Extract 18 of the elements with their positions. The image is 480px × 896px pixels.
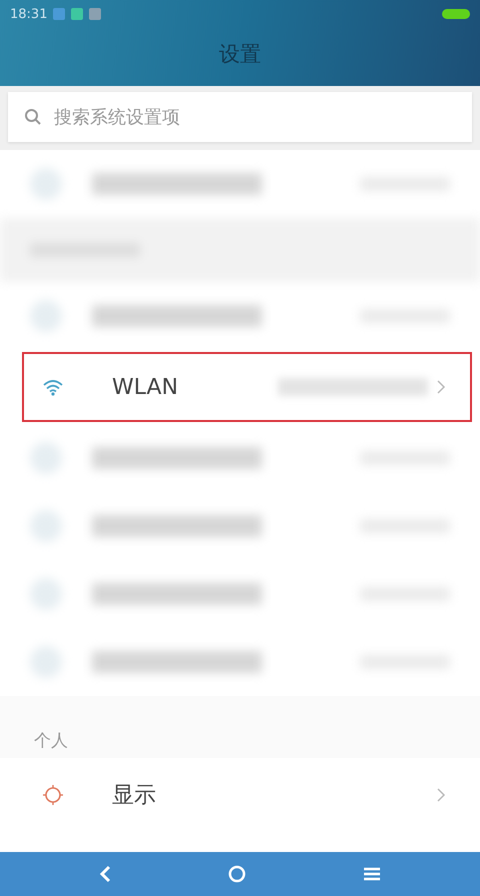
home-icon[interactable] <box>226 864 247 884</box>
notification-icon <box>71 8 84 20</box>
notification-icon <box>89 8 102 20</box>
section-header: 个人 <box>34 730 68 752</box>
battery-icon <box>442 9 470 19</box>
settings-item[interactable]: WLAN <box>22 352 472 422</box>
search-field[interactable]: 搜索系统设置项 <box>8 92 472 142</box>
search-icon <box>24 108 42 126</box>
back-icon[interactable] <box>98 864 112 884</box>
settings-item[interactable]: 显示 <box>22 760 472 830</box>
chevron-icon <box>436 787 446 803</box>
status-time: 18:31 <box>10 6 48 22</box>
sun-icon <box>42 784 64 806</box>
page-title: 设置 <box>218 41 262 68</box>
notification-icon <box>53 8 66 20</box>
wifi-icon <box>42 378 64 396</box>
chevron-icon <box>436 379 446 395</box>
menu-icon[interactable] <box>362 866 382 882</box>
